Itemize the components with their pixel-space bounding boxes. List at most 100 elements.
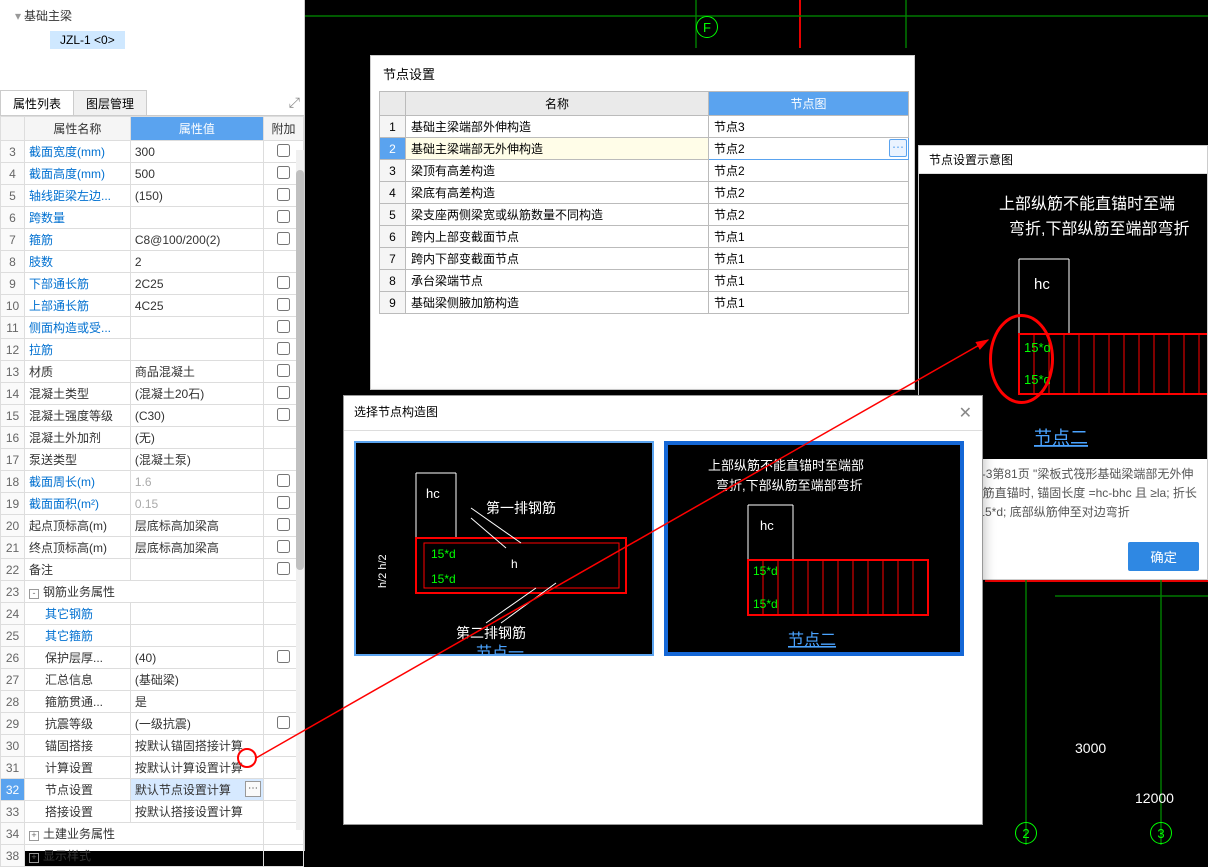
prop-row[interactable]: 12拉筋	[1, 339, 304, 361]
tab-properties[interactable]: 属性列表	[0, 90, 74, 115]
extra-checkbox[interactable]	[277, 210, 290, 223]
highlight-circle	[989, 314, 1054, 404]
m-o2l2: 弯折,下部纵筋至端部弯折	[716, 478, 863, 493]
prop-row[interactable]: 4截面高度(mm)500	[1, 163, 304, 185]
extra-checkbox[interactable]	[277, 320, 290, 333]
tree-item-selected[interactable]: JZL-1 <0>	[50, 31, 125, 49]
option-node-2[interactable]: 上部纵筋不能直锚时至端部 弯折,下部纵筋至端部弯折 hc 15*d 15*d 节…	[664, 441, 964, 656]
close-icon[interactable]: ✕	[959, 403, 972, 423]
prop-row[interactable]: 13材质商品混凝土	[1, 361, 304, 383]
m-h: h	[511, 557, 518, 571]
node-row[interactable]: 3梁顶有高差构造节点2	[380, 160, 909, 182]
prop-row[interactable]: 3截面宽度(mm)300	[1, 141, 304, 163]
prop-row[interactable]: 21终点顶标高(m)层底标高加梁高	[1, 537, 304, 559]
prop-row[interactable]: 7箍筋C8@100/200(2)	[1, 229, 304, 251]
extra-checkbox[interactable]	[277, 716, 290, 729]
node-row[interactable]: 7跨内下部变截面节点节点1	[380, 248, 909, 270]
prop-row[interactable]: 16混凝土外加剂(无)	[1, 427, 304, 449]
node-row[interactable]: 4梁底有高差构造节点2	[380, 182, 909, 204]
extra-checkbox[interactable]	[277, 232, 290, 245]
prop-row[interactable]: 20起点顶标高(m)层底标高加梁高	[1, 515, 304, 537]
prop-row[interactable]: 24其它钢筋	[1, 603, 304, 625]
prop-row[interactable]: 25其它箍筋	[1, 625, 304, 647]
m2-d1: 15*d	[753, 564, 778, 578]
node-row[interactable]: 1基础主梁端部外伸构造节点3	[380, 116, 909, 138]
prop-row[interactable]: 31计算设置按默认计算设置计算	[1, 757, 304, 779]
m2-hc: hc	[760, 518, 774, 533]
extra-checkbox[interactable]	[277, 298, 290, 311]
node-col-name: 名称	[406, 92, 709, 116]
prop-row[interactable]: 27汇总信息(基础梁)	[1, 669, 304, 691]
node-settings-window: 节点设置 名称 节点图 1基础主梁端部外伸构造节点32基础主梁端部无外伸构造节点…	[370, 55, 915, 390]
prop-row[interactable]: 34+土建业务属性	[1, 823, 304, 845]
prop-row[interactable]: 18截面周长(m)1.6	[1, 471, 304, 493]
prop-row[interactable]: 30锚固搭接按默认锚固搭接计算	[1, 735, 304, 757]
prop-row[interactable]: 38+显示样式	[1, 845, 304, 867]
schema-text2: 弯折,下部纵筋至端部弯折	[1009, 220, 1189, 238]
m-opt1: 节点一	[476, 644, 524, 654]
scrollbar[interactable]	[296, 150, 304, 830]
extra-checkbox[interactable]	[277, 540, 290, 553]
m-d1: 15*d	[431, 547, 456, 561]
prop-row[interactable]: 17泵送类型(混凝土泵)	[1, 449, 304, 471]
extra-checkbox[interactable]	[277, 188, 290, 201]
tree-root[interactable]: 基础主梁	[24, 9, 72, 23]
prop-row[interactable]: 22备注	[1, 559, 304, 581]
m-o1l2: 第二排钢筋	[456, 625, 526, 641]
extra-checkbox[interactable]	[277, 474, 290, 487]
extra-checkbox[interactable]	[277, 364, 290, 377]
extra-checkbox[interactable]	[277, 166, 290, 179]
m2-d2: 15*d	[753, 597, 778, 611]
tab-layers[interactable]: 图层管理	[73, 90, 147, 115]
prop-row[interactable]: 6跨数量	[1, 207, 304, 229]
extra-checkbox[interactable]	[277, 650, 290, 663]
node-row[interactable]: 6跨内上部变截面节点节点1	[380, 226, 909, 248]
node-row[interactable]: 9基础梁侧腋加筋构造节点1	[380, 292, 909, 314]
prop-row[interactable]: 23-钢筋业务属性	[1, 581, 304, 603]
node-row[interactable]: 8承台梁端节点节点1	[380, 270, 909, 292]
schema-label: 节点二	[1034, 428, 1088, 448]
property-table: 属性名称 属性值 附加 3截面宽度(mm)3004截面高度(mm)5005轴线距…	[0, 116, 304, 867]
prop-row[interactable]: 33搭接设置按默认搭接设置计算	[1, 801, 304, 823]
pin-icon[interactable]: ⤢	[289, 94, 300, 111]
node-row[interactable]: 2基础主梁端部无外伸构造节点2⋯	[380, 138, 909, 160]
option-node-1[interactable]: hc 第一排钢筋 15*d 15*d h h/2 h/2 第二排钢筋 节点一	[354, 441, 654, 656]
node-row[interactable]: 5梁支座两侧梁宽或纵筋数量不同构造节点2	[380, 204, 909, 226]
prop-row[interactable]: 19截面面积(m²)0.15	[1, 493, 304, 515]
prop-row[interactable]: 32节点设置默认节点设置计算⋯	[1, 779, 304, 801]
prop-row[interactable]: 15混凝土强度等级(C30)	[1, 405, 304, 427]
extra-checkbox[interactable]	[277, 408, 290, 421]
prop-row[interactable]: 5轴线距梁左边...(150)	[1, 185, 304, 207]
prop-row[interactable]: 9下部通长筋2C25	[1, 273, 304, 295]
extra-checkbox[interactable]	[277, 496, 290, 509]
component-tree[interactable]: ▾基础主梁 JZL-1 <0>	[0, 0, 304, 90]
prop-row[interactable]: 8肢数2	[1, 251, 304, 273]
prop-row[interactable]: 11侧面构造或受...	[1, 317, 304, 339]
select-node-modal: 选择节点构造图 ✕ hc 第一排钢筋 15*d 15*d h h/2 h/2 第…	[343, 395, 983, 825]
m-opt2: 节点二	[788, 631, 836, 649]
schema-hc: hc	[1034, 276, 1050, 293]
prop-row[interactable]: 26保护层厚...(40)	[1, 647, 304, 669]
modal-title: 选择节点构造图	[354, 403, 438, 423]
ellipsis-button[interactable]: ⋯	[245, 781, 261, 797]
extra-checkbox[interactable]	[277, 562, 290, 575]
extra-checkbox[interactable]	[277, 342, 290, 355]
m-d2: 15*d	[431, 572, 456, 586]
prop-row[interactable]: 14混凝土类型(混凝土20石)	[1, 383, 304, 405]
extra-checkbox[interactable]	[277, 276, 290, 289]
col-extra: 附加	[264, 117, 304, 141]
property-panel: ▾基础主梁 JZL-1 <0> 属性列表 图层管理 ⤢ 属性名称 属性值 附加 …	[0, 0, 305, 851]
node-table: 名称 节点图 1基础主梁端部外伸构造节点32基础主梁端部无外伸构造节点2⋯3梁顶…	[379, 91, 909, 314]
ellipsis-button[interactable]: ⋯	[889, 139, 907, 157]
extra-checkbox[interactable]	[277, 144, 290, 157]
prop-row[interactable]: 28箍筋贯通...是	[1, 691, 304, 713]
schema-text1: 上部纵筋不能直锚时至端	[999, 195, 1175, 213]
confirm-button[interactable]: 确定	[1128, 542, 1199, 571]
node-window-title: 节点设置	[371, 56, 914, 91]
extra-checkbox[interactable]	[277, 386, 290, 399]
prop-row[interactable]: 10上部通长筋4C25	[1, 295, 304, 317]
prop-row[interactable]: 29抗震等级(一级抗震)	[1, 713, 304, 735]
m-o1l1: 第一排钢筋	[486, 500, 556, 516]
m-hh: h/2 h/2	[377, 554, 389, 588]
extra-checkbox[interactable]	[277, 518, 290, 531]
